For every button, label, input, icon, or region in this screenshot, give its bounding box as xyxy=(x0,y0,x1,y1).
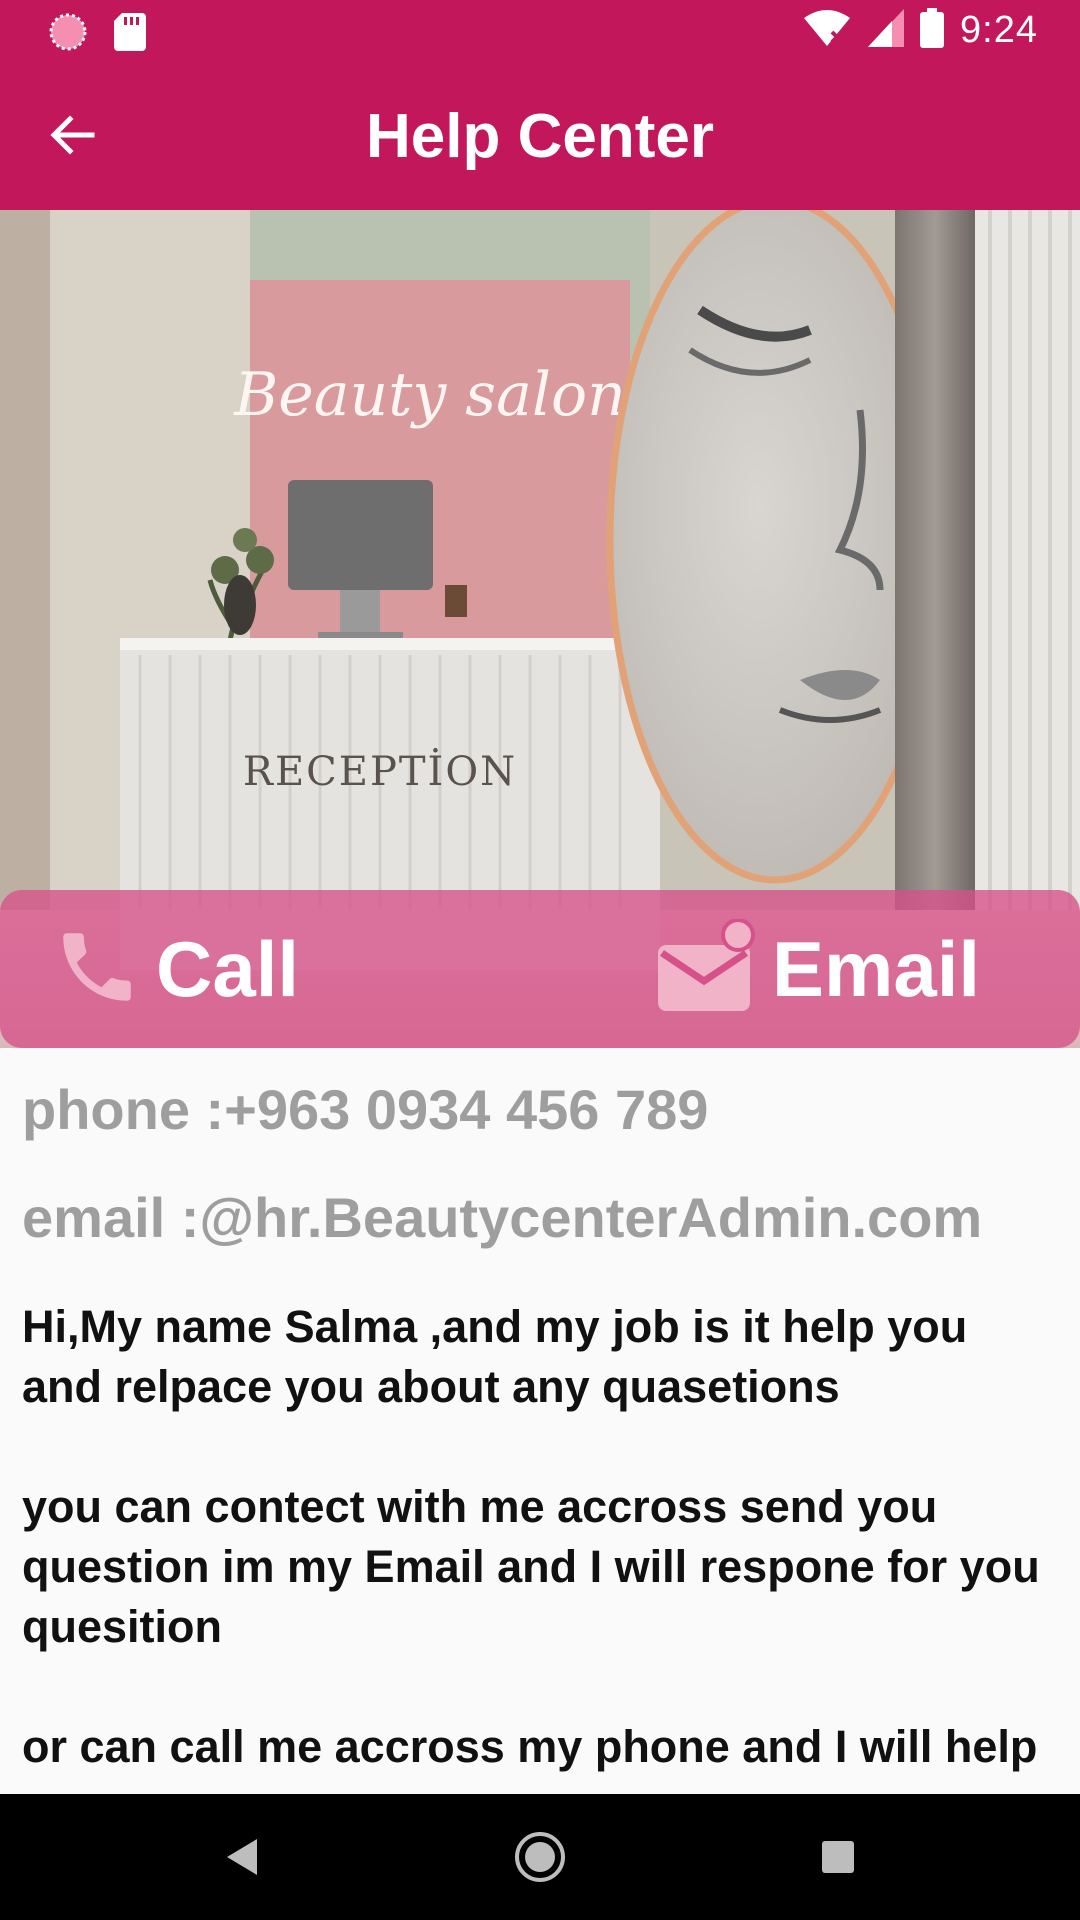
phone-icon xyxy=(52,922,142,1017)
help-content: phone :+963 0934 456 789 email :@hr.Beau… xyxy=(0,1048,1080,1794)
nav-home-button[interactable] xyxy=(505,1824,575,1894)
signal-icon xyxy=(868,9,905,52)
sd-card-icon xyxy=(114,13,146,56)
notification-dot-icon xyxy=(48,12,88,57)
system-nav-bar xyxy=(0,1794,1080,1920)
recents-square-icon xyxy=(820,1839,856,1880)
app-bar: Help Center xyxy=(0,63,1080,210)
call-button[interactable]: Call xyxy=(52,890,299,1048)
email-info: email :@hr.BeautycenterAdmin.com xyxy=(22,1186,983,1250)
call-label: Call xyxy=(156,924,300,1013)
email-label: Email xyxy=(772,924,981,1013)
back-triangle-icon xyxy=(223,1837,259,1882)
nav-back-button[interactable] xyxy=(206,1824,276,1894)
battery-icon xyxy=(920,8,945,53)
reception-desk-text: RECEPTİON xyxy=(243,748,517,795)
salon-sign-text: Beauty salon xyxy=(233,360,626,430)
page-title: Help Center xyxy=(366,102,714,171)
email-button[interactable]: Email xyxy=(654,890,980,1048)
contact-action-bar: Call Email xyxy=(0,890,1080,1048)
email-badge-icon xyxy=(654,917,758,1020)
home-circle-icon xyxy=(514,1831,566,1888)
nav-recents-button[interactable] xyxy=(803,1824,873,1894)
status-bar: 9:24 xyxy=(0,0,1080,63)
phone-info: phone :+963 0934 456 789 xyxy=(22,1078,709,1141)
about-text: Hi,My name Salma ,and my job is it help … xyxy=(22,1300,1040,1794)
wifi-off-icon xyxy=(802,8,852,53)
status-time: 9:24 xyxy=(960,9,1038,51)
